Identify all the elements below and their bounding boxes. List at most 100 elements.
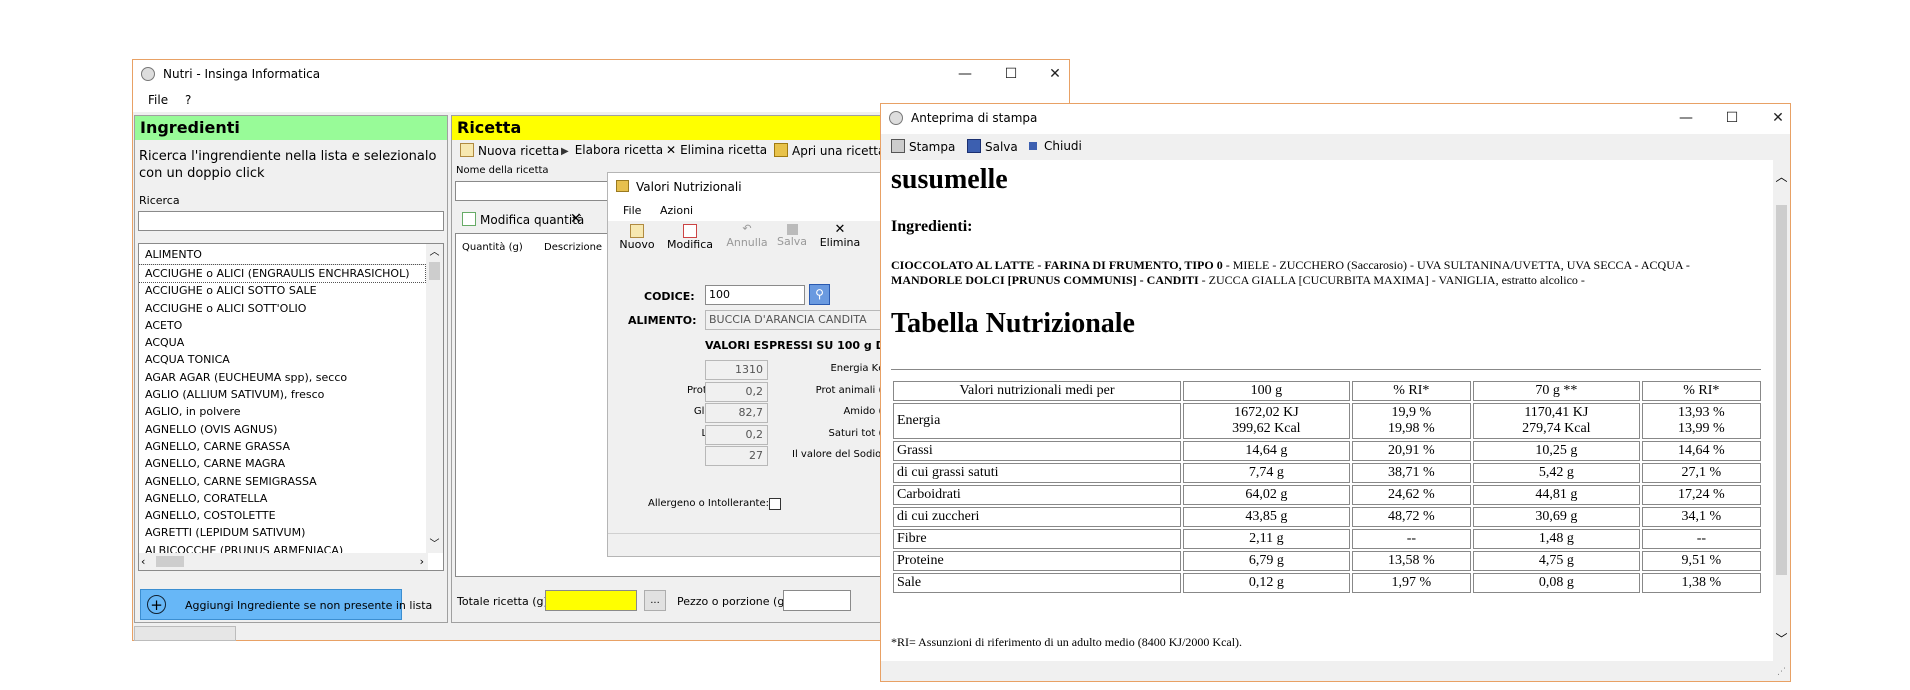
ingredients-panel: Ingredienti Ricerca l'ingrendiente nella… [134,115,448,623]
maximize-icon[interactable]: ☐ [999,64,1023,84]
list-item[interactable]: ACQUA TONICA [139,351,425,368]
row-label: Grassi [893,441,1181,461]
nv-menu-actions[interactable]: Azioni [660,204,693,217]
nv-menu-file[interactable]: File [623,204,641,217]
preview-maximize-icon[interactable]: ☐ [1720,108,1744,128]
col-description[interactable]: Descrizione [544,242,602,253]
energy-ri-100: 19,9 % 19,98 % [1351,403,1471,439]
nv-delete-button[interactable]: ✕ Elimina [818,222,862,249]
scroll-up-icon[interactable]: ︿ [426,244,443,261]
table-cell: -- [1351,529,1471,549]
preview-scroll-thumb[interactable] [1776,205,1787,575]
print-button[interactable]: Stampa [891,139,955,154]
codice-input[interactable]: 100 [705,285,805,305]
list-item[interactable]: AGNELLO, CARNE MAGRA [139,455,425,472]
table-cell: 0,08 g [1472,573,1640,593]
nv-field-value: 0,2 [705,424,768,445]
nv-field-value: 0,2 [705,381,768,402]
preview-save-button[interactable]: Salva [967,139,1018,154]
search-input[interactable] [138,211,444,231]
nutrition-table: Valori nutrizionali medi per 100 g % RI*… [891,379,1763,595]
preview-vertical-scrollbar[interactable]: ︿ ﹀ [1773,160,1790,661]
list-item[interactable]: AGAR AGAR (EUCHEUMA spp), secco [139,369,425,386]
process-recipe-button[interactable]: ▶ Elabora ricetta [561,143,663,157]
close-square-icon [1029,142,1037,150]
th-ri-100: % RI* [1351,381,1471,401]
list-item[interactable]: AGNELLO, COSTOLETTE [139,507,425,524]
main-titlebar[interactable]: Nutri - Insinga Informatica — ☐ ✕ [133,60,1069,90]
ingredients-line-1: CIOCCOLATO AL LATTE - FARINA DI FRUMENTO… [891,258,1690,272]
modify-quantity-button[interactable]: Modifica quantità [462,212,584,227]
energy-100: 1672,02 KJ 399,62 Kcal [1183,403,1350,439]
list-item[interactable]: ACCIUGHE o ALICI SOTT'OLIO [139,300,425,317]
scroll-right-icon[interactable]: › [420,553,424,570]
preview-titlebar[interactable]: Anteprima di stampa — ☐ ✕ [881,104,1790,134]
list-item[interactable]: ACCIUGHE o ALICI SOTTO SALE [139,282,425,299]
allergen-checkbox[interactable] [769,498,781,510]
ellipsis-button[interactable]: ... [644,590,666,611]
close-icon[interactable]: ✕ [1043,64,1067,84]
open-recipe-button[interactable]: Apri una ricetta [774,143,885,158]
resize-grip-icon[interactable]: ⋰ [1777,667,1786,677]
row-label: di cui grassi satuti [893,463,1181,483]
delete-recipe-button[interactable]: ✕ Elimina ricetta [666,143,767,157]
row-label: Sale [893,573,1181,593]
scroll-down-icon[interactable]: ﹀ [426,536,443,553]
table-cell: 9,51 % [1641,551,1761,571]
nv-titlebar[interactable]: Valori Nutrizionali [608,173,896,201]
menu-file[interactable]: File [148,93,168,107]
table-cell: 4,75 g [1472,551,1640,571]
vertical-scrollbar[interactable]: ︿ ﹀ [426,244,443,553]
preview-minimize-icon[interactable]: — [1674,108,1698,128]
new-recipe-button[interactable]: Nuova ricetta [460,143,559,158]
list-item[interactable]: ACETO [139,317,425,334]
scroll-thumb[interactable] [429,262,440,280]
piece-portion-input[interactable] [783,590,851,611]
nv-field-value: 27 [705,446,768,466]
list-item[interactable]: AGRETTI (LEPIDUM SATIVUM) [139,524,425,541]
preview-scroll-up-icon[interactable]: ︿ [1773,168,1790,185]
list-item[interactable]: ACCIUGHE o ALICI (ENGRAULIS ENCHRASICHOL… [139,263,426,284]
ingredients-list[interactable]: ALIMENTO ACCIUGHE o ALICI (ENGRAULIS ENC… [138,243,444,571]
nv-save-icon [786,224,798,235]
print-preview-window: Anteprima di stampa — ☐ ✕ Stampa Salva C… [880,103,1791,682]
nv-toolbar: Nuovo Modifica ↶ Annulla Salva ✕ Elimina [608,222,896,262]
folder-icon [774,143,788,157]
list-item[interactable]: AGLIO, in polvere [139,403,425,420]
list-item[interactable]: ACQUA [139,334,425,351]
remove-item-icon[interactable]: ✕ [570,211,582,227]
h-scroll-thumb[interactable] [156,556,184,567]
allergen-label: Allergeno o Intollerante: [648,498,769,509]
nv-new-button[interactable]: Nuovo [618,222,656,251]
play-icon: ▶ [561,146,569,157]
list-item[interactable]: AGLIO (ALLIUM SATIVUM), fresco [139,386,425,403]
nv-modify-button[interactable]: Modifica [664,222,716,251]
preview-close-icon[interactable]: ✕ [1766,108,1790,128]
list-header-alimento[interactable]: ALIMENTO [139,244,427,265]
horizontal-scrollbar[interactable]: ‹ › [139,553,428,570]
add-ingredient-button[interactable]: + Aggiungi Ingrediente se non presente i… [140,589,432,620]
table-cell: 44,81 g [1472,485,1640,505]
minimize-icon[interactable]: — [953,64,977,84]
list-item[interactable]: AGNELLO, CORATELLA [139,490,425,507]
menu-help[interactable]: ? [185,93,191,107]
delete-x-icon: ✕ [666,143,677,157]
values-heading: VALORI ESPRESSI SU 100 g D [705,339,885,352]
table-cell: -- [1641,529,1761,549]
nv-field-label-right: Saturi tot (g): [828,427,896,439]
total-recipe-input[interactable] [545,590,637,611]
preview-app-icon [889,111,903,125]
table-cell: 10,25 g [1472,441,1640,461]
list-item[interactable]: AGNELLO (OVIS AGNUS) [139,421,425,438]
new-document-icon [460,143,474,157]
preview-scroll-down-icon[interactable]: ﹀ [1773,630,1790,647]
col-quantity[interactable]: Quantità (g) [462,242,523,253]
list-item[interactable]: AGNELLO, CARNE GRASSA [139,438,425,455]
preview-close-button[interactable]: Chiudi [1029,139,1082,153]
list-item[interactable]: AGNELLO, CARNE SEMIGRASSA [139,473,425,490]
nv-field-label-right: Prot animali (g): [815,384,896,396]
scroll-left-icon[interactable]: ‹ [141,553,145,570]
search-code-icon[interactable]: ⚲ [809,284,830,305]
alimento-field: BUCCIA D'ARANCIA CANDITA [705,310,895,330]
ingredients-rows: ACCIUGHE o ALICI (ENGRAULIS ENCHRASICHOL… [139,263,426,559]
